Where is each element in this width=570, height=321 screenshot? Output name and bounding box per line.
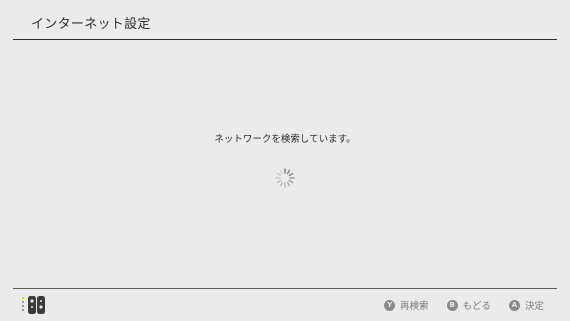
y-button-icon: Y — [384, 299, 396, 311]
b-button-icon: B — [446, 299, 458, 311]
footer-actions: Y 再検索 B もどる A 決定 — [384, 298, 544, 312]
a-button-icon: A — [508, 299, 520, 311]
confirm-label: 決定 — [524, 301, 544, 312]
research-button[interactable]: Y 再検索 — [384, 298, 429, 312]
search-status-text: ネットワークを検索しています。 — [214, 134, 356, 145]
footer-bar: Y 再検索 B もどる A 決定 — [0, 289, 570, 321]
research-label: 再検索 — [400, 301, 429, 312]
page-title: インターネット設定 — [31, 17, 151, 32]
joy-con-icon — [22, 296, 45, 314]
loading-spinner-icon — [275, 168, 295, 188]
confirm-button[interactable]: A 決定 — [508, 298, 544, 312]
back-button[interactable]: B もどる — [446, 298, 491, 312]
header-bar: インターネット設定 — [0, 0, 570, 40]
main-content: ネットワークを検索しています。 — [0, 40, 570, 288]
back-label: もどる — [462, 301, 491, 312]
